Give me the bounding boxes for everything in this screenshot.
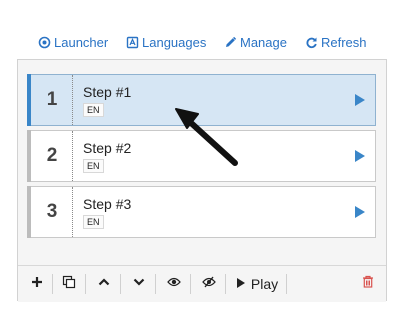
play-label: Play [250, 276, 279, 292]
step-item-2[interactable]: 2 Step #2 EN [27, 130, 376, 182]
show-step-button[interactable] [163, 266, 185, 302]
launcher-label: Launcher [54, 34, 109, 50]
step-title: Step #3 [83, 196, 132, 212]
language-badge: EN [83, 159, 104, 173]
hide-step-button[interactable] [198, 266, 220, 302]
play-button[interactable]: Play [232, 266, 282, 302]
eye-icon [167, 275, 181, 293]
toolbar-divider [85, 274, 86, 294]
step-divider [72, 131, 73, 181]
step-divider [72, 187, 73, 237]
step-number: 1 [46, 89, 58, 110]
chevron-down-icon [133, 275, 145, 293]
toolbar-divider [52, 274, 53, 294]
chevron-up-icon [98, 275, 110, 293]
steps-toolbar: Play [18, 265, 386, 302]
manage-link[interactable]: Manage [224, 32, 287, 52]
top-navigation: Launcher Languages Manage Refresh [0, 32, 408, 52]
languages-label: Languages [142, 34, 207, 50]
step-title: Step #2 [83, 140, 132, 156]
pencil-icon [224, 36, 237, 49]
step-title: Step #1 [83, 84, 132, 100]
copy-icon [62, 275, 76, 294]
step-marker-bar [27, 130, 31, 182]
refresh-label: Refresh [321, 34, 367, 50]
play-step-icon[interactable] [355, 206, 365, 218]
play-icon [236, 276, 246, 292]
refresh-link[interactable]: Refresh [305, 32, 367, 52]
launcher-link[interactable]: Launcher [38, 32, 108, 52]
play-step-icon[interactable] [355, 150, 365, 162]
step-item-3[interactable]: 3 Step #3 EN [27, 186, 376, 238]
add-step-button[interactable] [26, 266, 48, 302]
step-number: 2 [46, 145, 58, 166]
move-down-button[interactable] [128, 266, 150, 302]
language-badge: EN [83, 103, 104, 117]
step-number: 3 [46, 201, 58, 222]
toolbar-divider [190, 274, 191, 294]
toolbar-divider [120, 274, 121, 294]
move-up-button[interactable] [93, 266, 115, 302]
toolbar-divider [155, 274, 156, 294]
flag-icon [126, 36, 139, 49]
language-badge: EN [83, 215, 104, 229]
trash-icon [362, 275, 374, 293]
manage-label: Manage [240, 34, 287, 50]
delete-step-button[interactable] [357, 266, 379, 302]
step-marker-bar [27, 186, 31, 238]
plus-icon [31, 275, 43, 293]
step-marker-bar [27, 74, 31, 126]
step-divider [72, 75, 73, 125]
refresh-icon [305, 36, 318, 49]
toolbar-divider [286, 274, 287, 294]
steps-panel: 1 Step #1 EN 2 Step #2 EN 3 Step #3 EN P… [17, 59, 387, 302]
play-step-icon[interactable] [355, 94, 365, 106]
circle-dot-icon [38, 36, 51, 49]
duplicate-step-button[interactable] [58, 266, 80, 302]
toolbar-divider [225, 274, 226, 294]
languages-link[interactable]: Languages [126, 32, 206, 52]
step-item-1[interactable]: 1 Step #1 EN [27, 74, 376, 126]
eye-slash-icon [202, 275, 216, 293]
